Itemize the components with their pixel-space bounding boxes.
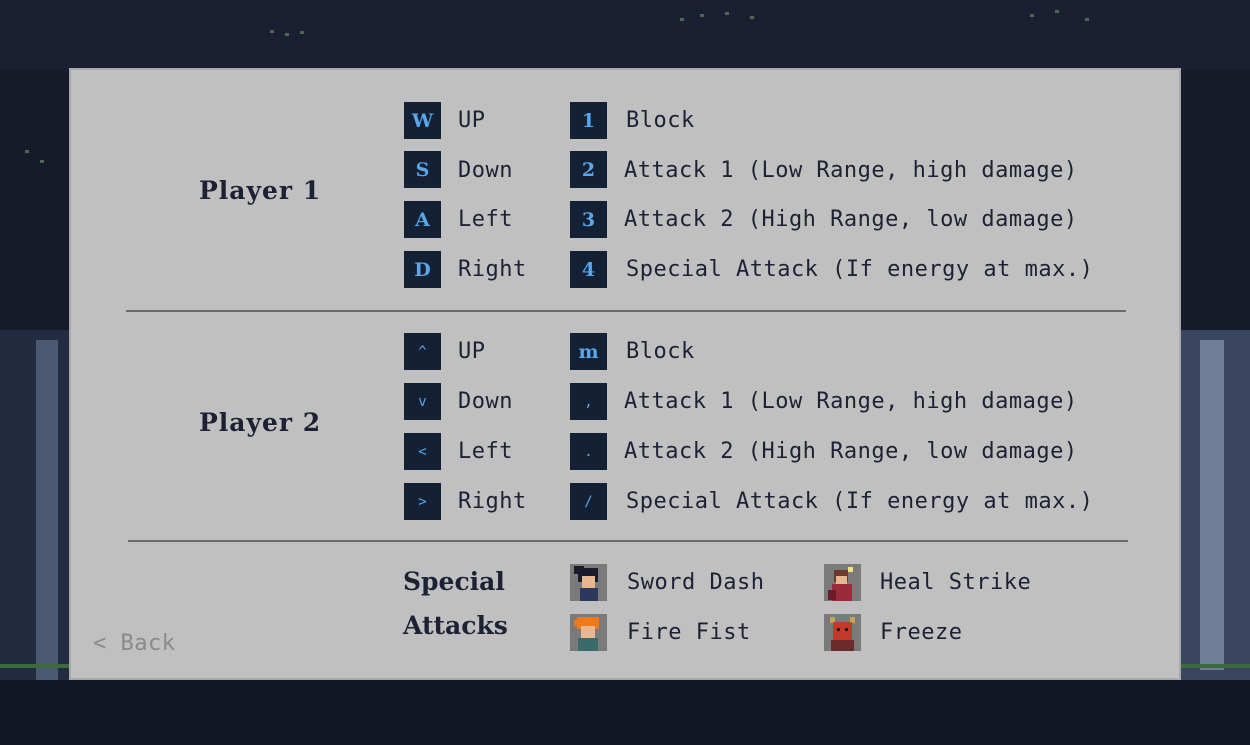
key-right-arrow: > [404, 483, 441, 520]
orange-hair-fighter-portrait-icon [570, 614, 607, 651]
leaf-decoration [285, 33, 289, 36]
forest-canopy [0, 0, 1250, 70]
leaf-decoration [725, 12, 729, 15]
grass-right [1181, 664, 1250, 668]
action-attack-1: Attack 1 (Low Range, high damage) [624, 389, 1078, 414]
leaf-decoration [750, 16, 754, 19]
key-4: 4 [570, 251, 607, 288]
leaf-decoration [1055, 10, 1059, 13]
action-up: UP [458, 339, 486, 364]
player2-title: Player 2 [199, 408, 322, 437]
action-right: Right [458, 489, 527, 514]
action-right: Right [458, 257, 527, 282]
key-up-arrow: ^ [404, 333, 441, 370]
action-special-attack: Special Attack (If energy at max.) [626, 489, 1094, 514]
key-w: W [404, 102, 441, 139]
leaf-decoration [1030, 14, 1034, 17]
tree-trunk-right-light [1200, 340, 1224, 670]
forest-floor [0, 680, 1250, 745]
action-block: Block [626, 108, 695, 133]
leaf-decoration [25, 150, 29, 153]
action-up: UP [458, 108, 486, 133]
action-attack-2: Attack 2 (High Range, low damage) [624, 439, 1078, 464]
key-2: 2 [570, 151, 607, 188]
special-attack-heal-strike: Heal Strike [880, 570, 1032, 595]
special-attack-sword-dash: Sword Dash [627, 570, 765, 595]
special-attacks-title: Special Attacks [403, 560, 508, 648]
key-3: 3 [570, 201, 607, 238]
back-button[interactable]: < Back [93, 631, 175, 656]
key-slash: / [570, 483, 607, 520]
section-divider [128, 540, 1128, 542]
special-attack-freeze: Freeze [880, 620, 963, 645]
special-title-line2: Attacks [403, 611, 508, 640]
samurai-portrait-icon [570, 564, 607, 601]
key-comma: , [570, 383, 607, 420]
key-a: A [404, 201, 441, 238]
leaf-decoration [680, 18, 684, 21]
action-left: Left [458, 439, 513, 464]
action-down: Down [458, 158, 513, 183]
grass-left [0, 664, 69, 668]
tree-trunk-left [0, 330, 69, 680]
key-period: . [570, 433, 607, 470]
action-left: Left [458, 207, 513, 232]
key-1: 1 [570, 102, 607, 139]
key-m: m [570, 333, 607, 370]
key-s: S [404, 151, 441, 188]
action-down: Down [458, 389, 513, 414]
action-attack-2: Attack 2 (High Range, low damage) [624, 207, 1078, 232]
special-attack-fire-fist: Fire Fist [627, 620, 751, 645]
leaf-decoration [300, 31, 304, 34]
section-divider [126, 310, 1126, 312]
leaf-decoration [40, 160, 44, 163]
action-attack-1: Attack 1 (Low Range, high damage) [624, 158, 1078, 183]
action-special-attack: Special Attack (If energy at max.) [626, 257, 1094, 282]
tree-trunk-left-light [36, 340, 58, 680]
action-block: Block [626, 339, 695, 364]
leaf-decoration [270, 30, 274, 33]
key-left-arrow: < [404, 433, 441, 470]
red-demon-portrait-icon [824, 614, 861, 651]
monk-portrait-icon [824, 564, 861, 601]
player1-title: Player 1 [199, 176, 322, 205]
key-d: D [404, 251, 441, 288]
special-title-line1: Special [403, 567, 505, 596]
leaf-decoration [1085, 18, 1089, 21]
key-down-arrow: v [404, 383, 441, 420]
leaf-decoration [700, 14, 704, 17]
